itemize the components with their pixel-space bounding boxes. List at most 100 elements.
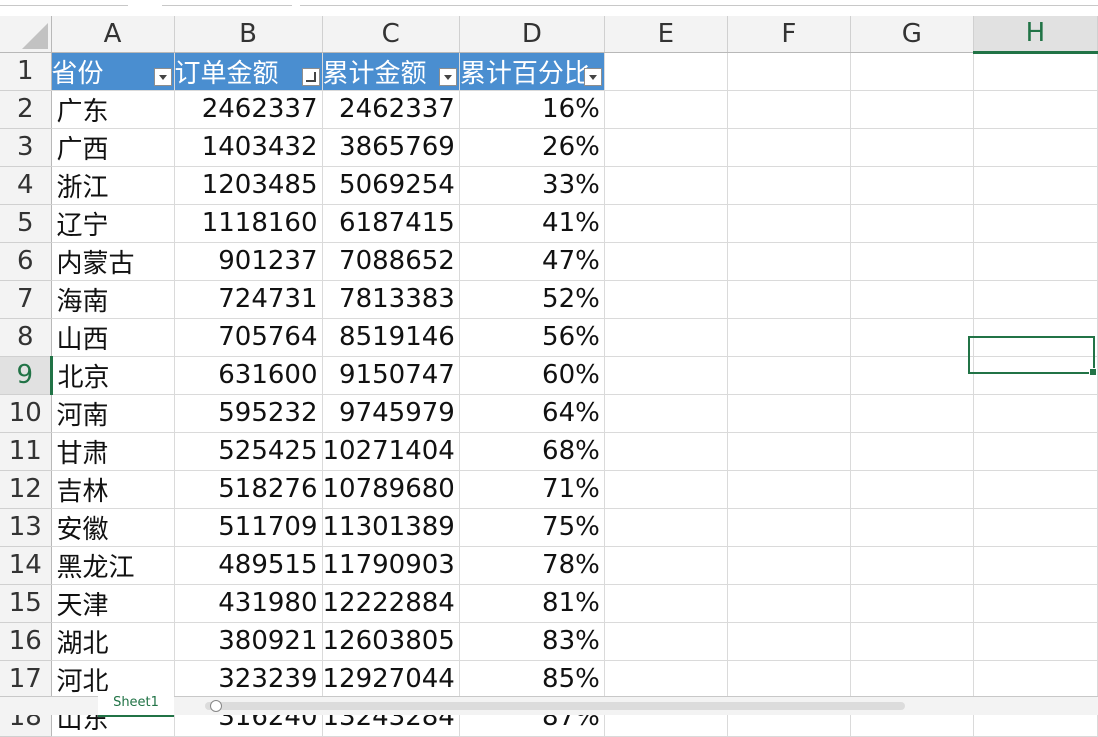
province-cell[interactable]: 浙江 xyxy=(51,166,175,205)
cumulative-percent-cell[interactable]: 85% xyxy=(459,660,605,699)
cell[interactable] xyxy=(973,280,1098,319)
cumulative-percent-cell[interactable]: 75% xyxy=(459,508,605,547)
cumulative-amount-cell[interactable]: 12603805 xyxy=(322,622,460,661)
cumulative-percent-cell[interactable]: 56% xyxy=(459,318,605,357)
cell[interactable] xyxy=(604,52,728,91)
header-cell-province[interactable]: 省份 xyxy=(51,52,175,91)
order-amount-cell[interactable]: 525425 xyxy=(174,432,323,471)
cell[interactable] xyxy=(604,584,728,623)
column-header-g[interactable]: G xyxy=(850,16,974,53)
cumulative-amount-cell[interactable]: 3865769 xyxy=(322,128,460,167)
province-cell[interactable]: 甘肃 xyxy=(51,432,175,471)
order-amount-cell[interactable]: 901237 xyxy=(174,242,323,281)
cumulative-amount-cell[interactable]: 9150747 xyxy=(322,356,460,395)
province-cell[interactable]: 山西 xyxy=(51,318,175,357)
cell[interactable] xyxy=(850,546,974,585)
cell[interactable] xyxy=(604,546,728,585)
cell[interactable] xyxy=(604,318,728,357)
cell[interactable] xyxy=(850,90,974,129)
cell[interactable] xyxy=(973,52,1098,91)
cell[interactable] xyxy=(850,622,974,661)
cumulative-percent-cell[interactable]: 41% xyxy=(459,204,605,243)
cell[interactable] xyxy=(604,280,728,319)
province-cell[interactable]: 北京 xyxy=(51,356,175,395)
fill-handle[interactable] xyxy=(1089,368,1097,376)
cell[interactable] xyxy=(850,318,974,357)
row-header[interactable]: 3 xyxy=(0,128,52,167)
cell[interactable] xyxy=(727,660,851,699)
row-header[interactable]: 7 xyxy=(0,280,52,319)
active-cell-selection[interactable] xyxy=(968,336,1097,376)
cell[interactable] xyxy=(850,660,974,699)
cumulative-percent-cell[interactable]: 60% xyxy=(459,356,605,395)
header-cell-order-amount[interactable]: 订单金额 xyxy=(174,52,323,91)
row-header[interactable]: 13 xyxy=(0,508,52,547)
cumulative-percent-cell[interactable]: 47% xyxy=(459,242,605,281)
cumulative-percent-cell[interactable]: 81% xyxy=(459,584,605,623)
cell[interactable] xyxy=(727,432,851,471)
cumulative-amount-cell[interactable]: 12222884 xyxy=(322,584,460,623)
cell[interactable] xyxy=(973,660,1098,699)
order-amount-cell[interactable]: 724731 xyxy=(174,280,323,319)
column-header-e[interactable]: E xyxy=(604,16,728,53)
cell[interactable] xyxy=(973,622,1098,661)
cell[interactable] xyxy=(973,242,1098,281)
cumulative-percent-cell[interactable]: 68% xyxy=(459,432,605,471)
cell[interactable] xyxy=(727,546,851,585)
cumulative-amount-cell[interactable]: 2462337 xyxy=(322,90,460,129)
cell[interactable] xyxy=(604,432,728,471)
cumulative-amount-cell[interactable]: 10271404 xyxy=(322,432,460,471)
cumulative-amount-cell[interactable]: 10789680 xyxy=(322,470,460,509)
row-header[interactable]: 2 xyxy=(0,90,52,129)
cumulative-amount-cell[interactable]: 11301389 xyxy=(322,508,460,547)
cell[interactable] xyxy=(850,52,974,91)
cell[interactable] xyxy=(727,470,851,509)
cumulative-amount-cell[interactable]: 6187415 xyxy=(322,204,460,243)
row-header[interactable]: 1 xyxy=(0,52,52,91)
cumulative-percent-cell[interactable]: 83% xyxy=(459,622,605,661)
cell[interactable] xyxy=(727,52,851,91)
order-amount-cell[interactable]: 705764 xyxy=(174,318,323,357)
cell[interactable] xyxy=(727,166,851,205)
order-amount-cell[interactable]: 1203485 xyxy=(174,166,323,205)
scroll-circle-icon[interactable] xyxy=(210,700,222,712)
province-cell[interactable]: 湖北 xyxy=(51,622,175,661)
cell[interactable] xyxy=(604,508,728,547)
cumulative-percent-cell[interactable]: 64% xyxy=(459,394,605,433)
header-cell-cumulative-amount[interactable]: 累计金额 xyxy=(322,52,460,91)
order-amount-cell[interactable]: 2462337 xyxy=(174,90,323,129)
province-cell[interactable]: 内蒙古 xyxy=(51,242,175,281)
cell[interactable] xyxy=(604,128,728,167)
row-header[interactable]: 6 xyxy=(0,242,52,281)
row-header[interactable]: 16 xyxy=(0,622,52,661)
row-header[interactable]: 15 xyxy=(0,584,52,623)
cell[interactable] xyxy=(604,622,728,661)
order-amount-cell[interactable]: 631600 xyxy=(174,356,323,395)
cumulative-amount-cell[interactable]: 5069254 xyxy=(322,166,460,205)
cell[interactable] xyxy=(973,90,1098,129)
cell[interactable] xyxy=(604,204,728,243)
cell[interactable] xyxy=(850,470,974,509)
cumulative-percent-cell[interactable]: 26% xyxy=(459,128,605,167)
cell[interactable] xyxy=(727,242,851,281)
order-amount-cell[interactable]: 323239 xyxy=(174,660,323,699)
order-amount-cell[interactable]: 518276 xyxy=(174,470,323,509)
column-header-a[interactable]: A xyxy=(51,16,175,53)
cell[interactable] xyxy=(973,128,1098,167)
cumulative-amount-cell[interactable]: 8519146 xyxy=(322,318,460,357)
province-cell[interactable]: 黑龙江 xyxy=(51,546,175,585)
cumulative-percent-cell[interactable]: 16% xyxy=(459,90,605,129)
cell[interactable] xyxy=(973,432,1098,471)
cell[interactable] xyxy=(727,584,851,623)
cumulative-percent-cell[interactable]: 78% xyxy=(459,546,605,585)
cell[interactable] xyxy=(850,204,974,243)
order-amount-cell[interactable]: 489515 xyxy=(174,546,323,585)
cumulative-percent-cell[interactable]: 33% xyxy=(459,166,605,205)
order-amount-cell[interactable]: 431980 xyxy=(174,584,323,623)
row-header[interactable]: 17 xyxy=(0,660,52,699)
cell[interactable] xyxy=(973,546,1098,585)
cell[interactable] xyxy=(850,432,974,471)
sheet-tab[interactable]: Sheet1 xyxy=(98,691,174,717)
cell[interactable] xyxy=(604,660,728,699)
cell[interactable] xyxy=(727,128,851,167)
